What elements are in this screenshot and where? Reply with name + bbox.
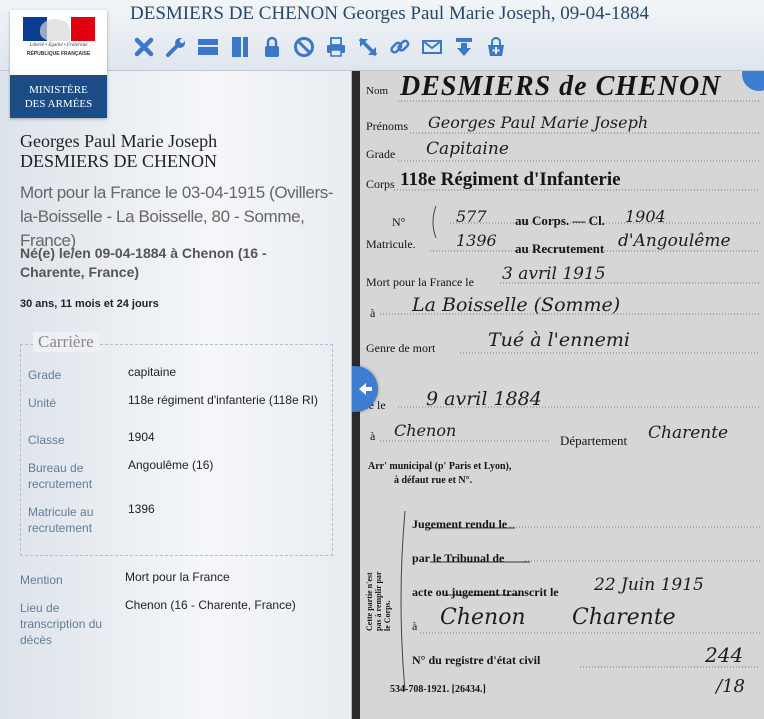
age-at-death: 30 ans, 11 mois et 24 jours xyxy=(20,298,159,310)
doc-recrutement-value: d'Angoulême xyxy=(618,231,731,251)
vertical-layout-icon[interactable] xyxy=(226,34,253,60)
doc-mort-label: Mort pour la France le xyxy=(366,275,474,289)
death-info: Mort pour la France le 03-04-1915 (Ovill… xyxy=(20,183,334,250)
doc-grade-value: Capitaine xyxy=(426,139,509,159)
doc-grade-label: Grade xyxy=(366,147,396,161)
logo-ministry-line2: DES ARMÉES xyxy=(24,97,93,110)
arrow-left-icon xyxy=(359,383,372,395)
transcription-place-value: Chenon (16 - Charente, France) xyxy=(125,598,296,612)
recruitment-office-value: Angoulême (16) xyxy=(128,458,214,472)
ministry-logo[interactable]: Liberté • Égalité • Fraternité RÉPUBLIQU… xyxy=(10,10,107,118)
doc-a2-value: Chenon xyxy=(394,421,457,440)
doc-tribunal-line: par le Tribunal de xyxy=(412,551,505,565)
doc-side-note: Cette partie n'est pas à remplir par le … xyxy=(365,571,392,631)
doc-mort-value: 3 avril 1915 xyxy=(502,264,606,284)
doc-classe-value: 1904 xyxy=(625,207,666,226)
doc-a2-label: à xyxy=(370,429,376,443)
person-last-name: DESMIERS DE CHENON xyxy=(20,151,218,171)
doc-a3-label: à xyxy=(412,619,418,633)
doc-matricule-label: Matricule. xyxy=(366,237,416,251)
doc-departement-label: Département xyxy=(560,433,628,448)
print-icon[interactable] xyxy=(322,34,349,60)
forbidden-icon[interactable] xyxy=(290,34,317,60)
doc-printer-mark: 534-708-1921. [26434.] xyxy=(390,684,486,695)
doc-no-value: 577 xyxy=(456,207,487,226)
resize-icon[interactable] xyxy=(354,34,381,60)
doc-corps-label: Corps xyxy=(366,177,395,191)
doc-genre-label: Genre de mort xyxy=(366,341,436,355)
class-label: Classe xyxy=(28,433,65,447)
scanned-record-card[interactable]: Nom DESMIERS de CHENON Prénoms Georges P… xyxy=(360,71,764,719)
career-legend: Carrière xyxy=(33,332,99,352)
person-first-names: Georges Paul Marie Joseph xyxy=(20,131,218,151)
grade-label: Grade xyxy=(28,368,62,382)
unit-value: 118e régiment d'infanterie (118e RI) xyxy=(128,393,318,407)
doc-departement-value: Charente xyxy=(648,423,729,443)
add-cart-icon[interactable] xyxy=(482,34,509,60)
mention-label: Mention xyxy=(20,573,63,587)
doc-a-label: à xyxy=(370,306,376,320)
record-details-panel: Georges Paul Marie Joseph DESMIERS DE CH… xyxy=(0,71,352,719)
doc-ne-value: 9 avril 1884 xyxy=(426,388,542,410)
lock-icon[interactable] xyxy=(258,34,285,60)
doc-prenoms-label: Prénoms xyxy=(366,119,408,133)
unit-label: Unité xyxy=(28,396,57,410)
doc-au-corps: au Corps. — Cl. xyxy=(515,213,605,228)
doc-au-recrutement: au Recrutement xyxy=(515,241,605,256)
doc-corps-value: 118e Régiment d'Infanterie xyxy=(400,169,621,190)
download-icon[interactable] xyxy=(450,34,477,60)
transcription-place-label: Lieu de transcription du décès xyxy=(20,601,103,647)
logo-ministry: MINISTÈRE DES ARMÉES xyxy=(10,75,107,118)
doc-acte-line: acte ou jugement transcrit le xyxy=(412,585,559,599)
recruitment-number-label: Matricule au recrutement xyxy=(28,505,94,535)
doc-prenoms-value: Georges Paul Marie Joseph xyxy=(428,113,649,132)
doc-nom-value: DESMIERS de CHENON xyxy=(400,71,722,102)
logo-republic: RÉPUBLIQUE FRANÇAISE xyxy=(26,51,91,57)
logo-ministry-line1: MINISTÈRE xyxy=(29,83,88,96)
mail-icon[interactable] xyxy=(418,34,445,60)
horizontal-layout-icon[interactable] xyxy=(194,34,221,60)
wrench-icon[interactable] xyxy=(162,34,189,60)
doc-genre-value: Tué à l'ennemi xyxy=(488,329,630,351)
doc-jugement-line: Jugement rendu le xyxy=(412,517,508,531)
doc-nom-label: Nom xyxy=(366,85,388,97)
recruitment-office-label: Bureau de recrutement xyxy=(28,461,93,491)
toolbar xyxy=(130,34,509,60)
record-title: DESMIERS DE CHENON Georges Paul Marie Jo… xyxy=(130,3,649,24)
doc-matricule-value: 1396 xyxy=(456,231,497,250)
document-viewer[interactable]: Nom DESMIERS de CHENON Prénoms Georges P… xyxy=(352,71,764,719)
class-value: 1904 xyxy=(128,430,155,444)
doc-transcrit-value: 22 Juin 1915 xyxy=(594,575,704,595)
link-icon[interactable] xyxy=(386,34,413,60)
logo-motto: Liberté • Égalité • Fraternité xyxy=(29,43,88,48)
doc-arr-line1: Arr' municipal (p' Paris et Lyon), xyxy=(368,461,512,472)
grade-value: capitaine xyxy=(128,365,177,379)
doc-registre-line: N° du registre d'état civil xyxy=(412,653,541,667)
doc-a3-dept: Charente xyxy=(572,605,676,630)
doc-registre-value: 244 xyxy=(705,643,744,667)
recruitment-number-value: 1396 xyxy=(128,502,155,516)
career-section: Carrière Grade capitaine Unité 118e régi… xyxy=(20,332,333,556)
mention-value: Mort pour la France xyxy=(125,570,230,584)
doc-a3-value: Chenon xyxy=(440,605,526,630)
birth-info: Né(e) le/en 09-04-1884 à Chenon (16 - Ch… xyxy=(20,245,267,280)
person-name: Georges Paul Marie Joseph DESMIERS DE CH… xyxy=(20,131,330,171)
close-icon[interactable] xyxy=(130,34,157,60)
doc-page-mark: /18 xyxy=(716,676,745,697)
doc-arr-line2: à défaut rue et N°. xyxy=(394,475,473,486)
doc-a-value: La Boisselle (Somme) xyxy=(412,294,621,316)
doc-no-label: N° xyxy=(392,215,406,229)
marianne-icon xyxy=(40,19,70,41)
top-bar: DESMIERS DE CHENON Georges Paul Marie Jo… xyxy=(0,0,764,71)
